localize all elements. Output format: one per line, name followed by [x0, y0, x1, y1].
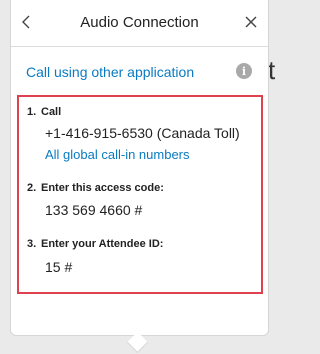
- step-2-title: Enter this access code:: [41, 182, 164, 194]
- phone-number: +1-416-915-6530 (Canada Toll): [45, 125, 240, 141]
- header-divider: [11, 46, 268, 47]
- call-other-application-link[interactable]: Call using other application: [26, 64, 194, 80]
- step-3-number: 3.: [27, 238, 37, 250]
- global-call-in-numbers-link[interactable]: All global call-in numbers: [45, 147, 190, 162]
- step-2-number: 2.: [27, 182, 37, 194]
- step-1-title: Call: [41, 106, 62, 118]
- attendee-id: 15 #: [45, 259, 73, 275]
- audio-connection-panel: Audio Connection Call using other applic…: [10, 0, 269, 336]
- step-2-label: 2. Enter this access code:: [27, 182, 164, 194]
- step-3-label: 3. Enter your Attendee ID:: [27, 238, 163, 250]
- panel-header: Audio Connection: [11, 0, 268, 46]
- info-icon[interactable]: i: [236, 63, 252, 79]
- panel-title: Audio Connection: [80, 14, 199, 31]
- close-button[interactable]: [242, 13, 260, 31]
- background-text: t: [268, 55, 276, 85]
- step-3-title: Enter your Attendee ID:: [41, 238, 164, 250]
- step-1-number: 1.: [27, 106, 37, 118]
- close-icon: [245, 16, 257, 28]
- step-1-label: 1. Call: [27, 106, 61, 118]
- access-code: 133 569 4660 #: [45, 202, 143, 218]
